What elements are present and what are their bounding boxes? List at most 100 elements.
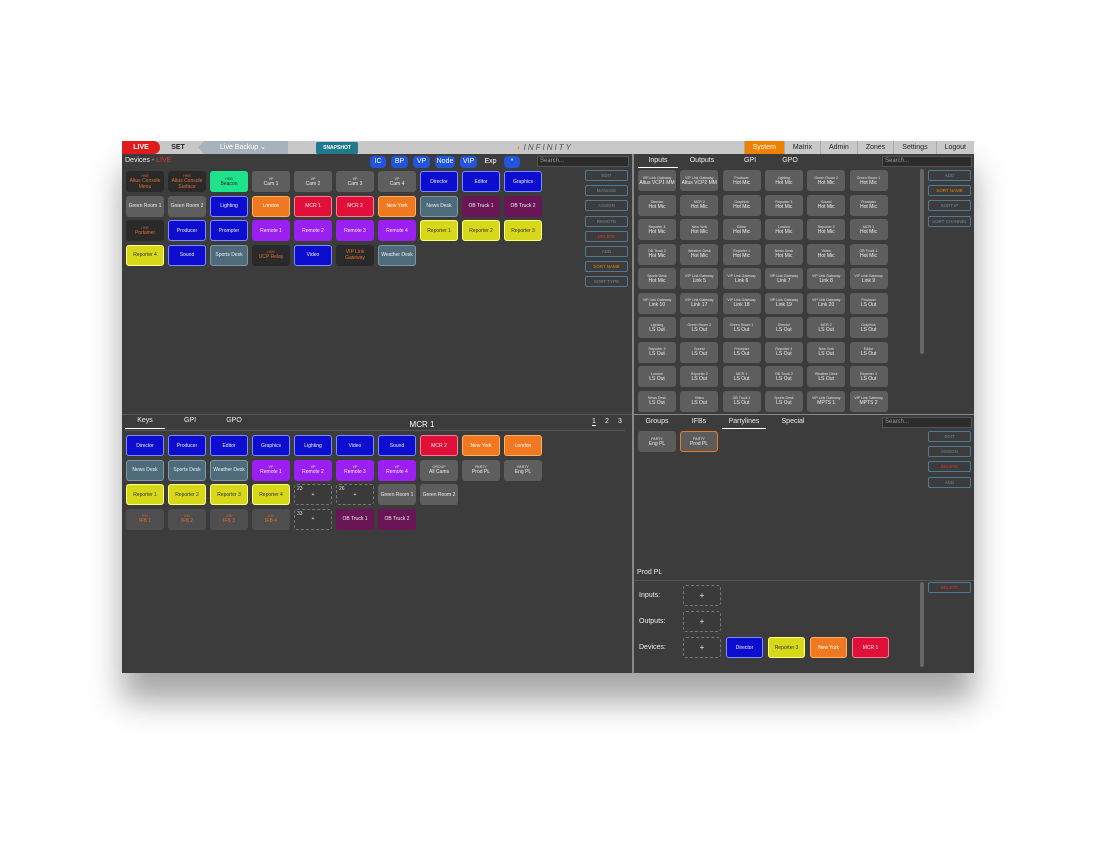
io-cell-hot-mic[interactable]: Weather Desk Hot Mic — [680, 243, 719, 265]
live-backup-select[interactable]: Live Backup ⌄ — [198, 141, 288, 154]
io-cell-mpts-2[interactable]: VIP Link Gateway MPTS 2 — [849, 390, 888, 412]
io-cell-altus-vcp1-mm[interactable]: VIP Link Gateway Altus VCP1 MM — [638, 170, 676, 191]
io-cell-link-5[interactable]: VIP Link Gateway Link 5 — [680, 268, 719, 289]
io-cell-hot-mic[interactable]: London Hot Mic — [764, 219, 803, 240]
io-cell-ls-out[interactable]: Reporter 1 LS Out — [849, 366, 888, 387]
io-cell-hot-mic[interactable]: Lighting Hot Mic — [764, 170, 803, 191]
nav-matrix[interactable]: Matrix — [783, 141, 820, 154]
tab-inputs[interactable]: Inputs — [638, 157, 678, 168]
tab-gpo[interactable]: GPO — [214, 417, 254, 429]
key-remote-2[interactable]: Remote 2 — [294, 220, 332, 241]
key-ifb-1[interactable]: IFB IFB 1 — [126, 508, 164, 530]
tab-partylines[interactable]: Partylines — [722, 418, 766, 429]
io-cell-hot-mic[interactable]: Reporter 1 Hot Mic — [722, 243, 761, 265]
key-slot[interactable]: 33 + — [294, 508, 332, 530]
key-remote-1[interactable]: Remote 1 — [252, 220, 290, 241]
key-green-room-1[interactable]: Green Room 1 — [378, 484, 416, 505]
key-sound[interactable]: Sound — [378, 435, 416, 456]
io-cell-hot-mic[interactable]: Green Room 2 Hot Mic — [807, 170, 846, 191]
tab-gpi[interactable]: GPI — [170, 417, 210, 429]
io-cell-ls-out[interactable]: Sound LS Out — [680, 341, 719, 363]
key-mcr-2[interactable]: MCR 2 — [336, 195, 374, 217]
io-cell-link-10[interactable]: VIP Link Gateway Link 10 — [638, 292, 676, 314]
key-mcr-2[interactable]: MCR 2 — [420, 435, 458, 456]
nav-settings[interactable]: Settings — [893, 141, 935, 154]
io-cell-link-18[interactable]: VIP Link Gateway Link 18 — [722, 292, 761, 314]
set-button[interactable]: SET — [160, 141, 196, 154]
io-scrollbar[interactable] — [920, 169, 924, 354]
io-cell-ls-out[interactable]: Lighting LS Out — [638, 317, 676, 338]
key-cam-2[interactable]: VP Cam 2 — [294, 171, 332, 192]
io-cell-ls-out[interactable]: Weather Desk LS Out — [807, 366, 846, 387]
key-reporter-4[interactable]: Reporter 4 — [126, 244, 164, 266]
filter-node[interactable]: Node — [435, 156, 455, 168]
snapshot-button[interactable]: SNAPSHOT — [316, 142, 358, 154]
io-cell-ls-out[interactable]: MCR 1 LS Out — [722, 366, 761, 387]
key-video[interactable]: Video — [336, 435, 374, 456]
key-all-cams[interactable]: GROUP All Cams — [420, 459, 458, 481]
filter-vp[interactable]: VP — [413, 156, 430, 168]
tab-groups[interactable]: Groups — [638, 418, 676, 429]
tab-ifbs[interactable]: IFBs — [680, 418, 718, 429]
io-cell-hot-mic[interactable]: MCR 2 Hot Mic — [680, 194, 719, 216]
key-remote-4[interactable]: VP Remote 4 — [378, 459, 416, 481]
key-reporter-3[interactable]: Reporter 3 — [210, 484, 248, 505]
sort-name-button[interactable]: SORT NAME — [928, 185, 971, 197]
key-ifb-3[interactable]: IFB IFB 3 — [210, 508, 248, 530]
io-cell-hot-mic[interactable]: Green Room 1 Hot Mic — [849, 170, 888, 191]
io-cell-hot-mic[interactable]: Prompter Hot Mic — [849, 194, 888, 216]
io-cell-hot-mic[interactable]: MCR 1 Hot Mic — [849, 219, 888, 240]
detail-device-mcr-1[interactable]: MCR 1 — [852, 637, 889, 658]
sort-type-button[interactable]: SORT TYPE — [585, 276, 628, 288]
key-video[interactable]: Video — [294, 244, 332, 266]
key-slot[interactable]: 26 + — [336, 484, 374, 505]
edit-button[interactable]: EDIT — [928, 431, 971, 442]
key-london[interactable]: London — [504, 435, 542, 456]
key-editor[interactable]: Editor — [210, 435, 248, 456]
io-cell-ls-out[interactable]: Producer LS Out — [849, 292, 888, 314]
key-cam-3[interactable]: VP Cam 3 — [336, 171, 374, 192]
io-cell-ls-out[interactable]: Video LS Out — [680, 390, 719, 412]
sort-ip-button[interactable]: SORT IP — [928, 200, 971, 212]
key-director[interactable]: Director — [420, 171, 458, 192]
key-producer[interactable]: Producer — [168, 220, 206, 241]
key-prod-pl[interactable]: PARTY Prod PL — [462, 459, 500, 481]
page-2[interactable]: 2 — [605, 418, 609, 425]
io-cell-ls-out[interactable]: Director LS Out — [764, 317, 803, 338]
key-london[interactable]: London — [252, 195, 290, 217]
add-button[interactable]: ADD — [928, 476, 971, 488]
io-cell-link-8[interactable]: VIP Link Gateway Link 8 — [807, 268, 846, 289]
key-sports-desk[interactable]: Sports Desk — [210, 244, 248, 266]
io-cell-ls-out[interactable]: Green Room 1 LS Out — [722, 317, 761, 338]
edit-button[interactable]: EDIT — [585, 170, 628, 181]
io-cell-ls-out[interactable]: Sports Desk LS Out — [764, 390, 803, 412]
io-cell-hot-mic[interactable]: New York Hot Mic — [680, 219, 719, 240]
key-green-room-2[interactable]: Green Room 2 — [168, 195, 206, 217]
key-cam-1[interactable]: VP Cam 1 — [252, 171, 290, 192]
io-cell-ls-out[interactable]: News Desk LS Out — [638, 390, 676, 412]
io-cell-hot-mic[interactable]: Reporter 3 Hot Mic — [764, 194, 803, 216]
remote-button[interactable]: REMOTE — [585, 215, 628, 227]
assign-button[interactable]: ASSIGN — [585, 200, 628, 212]
io-cell-ls-out[interactable]: New York LS Out — [807, 341, 846, 363]
detail-device-new-york[interactable]: New York — [810, 637, 847, 658]
key-ob-truck-1[interactable]: OB Truck 1 — [336, 508, 374, 530]
io-cell-hot-mic[interactable]: Sports Desk Hot Mic — [638, 268, 676, 289]
io-cell-ls-out[interactable]: Reporter 4 LS Out — [764, 341, 803, 363]
io-cell-ls-out[interactable]: Graphics LS Out — [849, 317, 888, 338]
key-remote-4[interactable]: Remote 4 — [378, 220, 416, 241]
key-lighting[interactable]: Lighting — [294, 435, 332, 456]
key-graphics[interactable]: Graphics — [504, 171, 542, 192]
nav-admin[interactable]: Admin — [819, 141, 857, 154]
key-reporter-3[interactable]: Reporter 3 — [504, 220, 542, 241]
io-cell-hot-mic[interactable]: News Desk Hot Mic — [764, 243, 803, 265]
io-cell-ls-out[interactable]: OB Truck 2 LS Out — [764, 366, 803, 387]
filter-bp[interactable]: BP — [391, 156, 408, 168]
key-new-york[interactable]: New York — [378, 195, 416, 217]
add-devices-button[interactable]: + — [683, 637, 721, 658]
io-cell-link-6[interactable]: VIP Link Gateway Link 6 — [722, 268, 761, 289]
tab-keys[interactable]: Keys — [125, 417, 165, 429]
io-cell-hot-mic[interactable]: Sound Hot Mic — [807, 194, 846, 216]
io-cell-ls-out[interactable]: MCR 2 LS Out — [807, 317, 846, 338]
key-vip-link-gateway[interactable]: VIP Link Gateway — [336, 244, 374, 266]
